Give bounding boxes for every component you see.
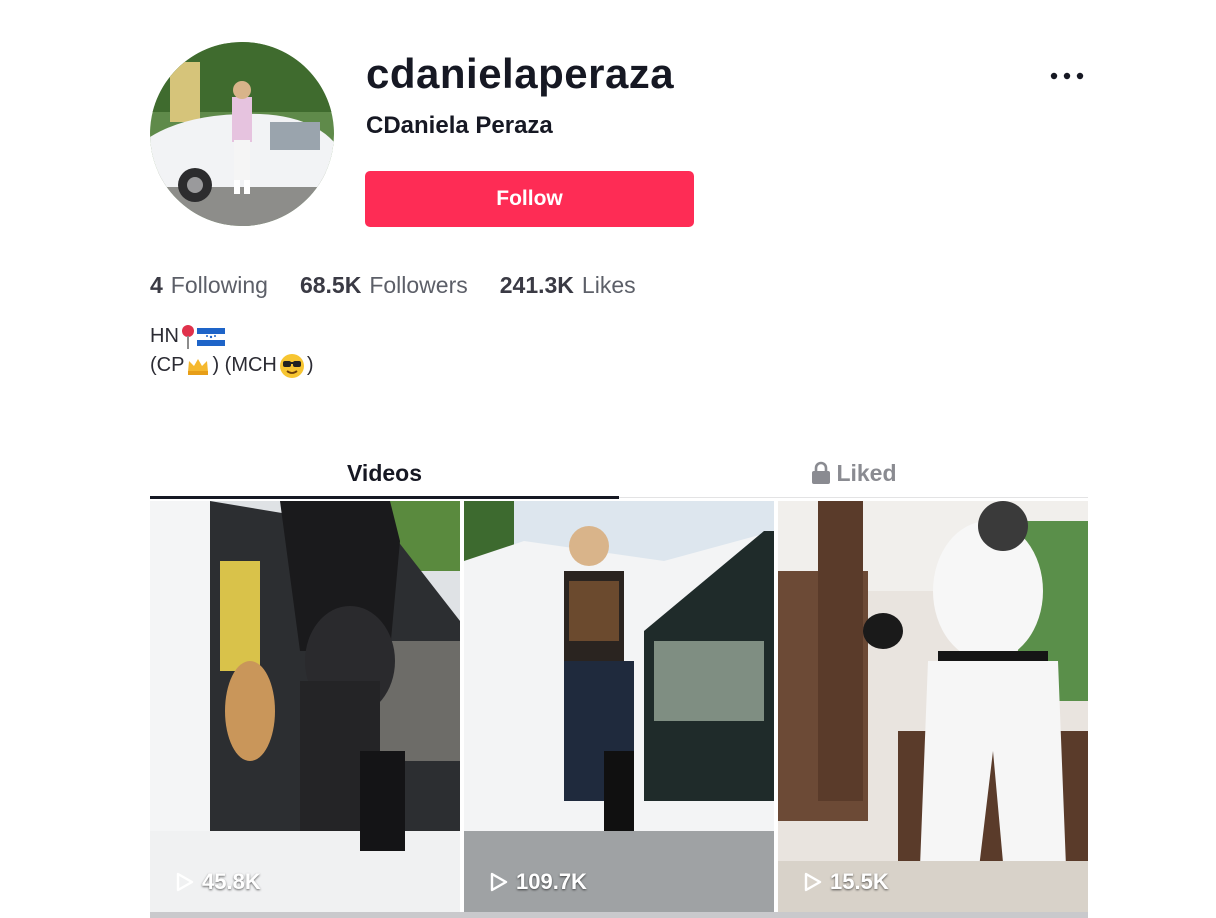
following-label: Following (170, 272, 268, 298)
more-options-button[interactable] (1044, 58, 1090, 94)
video-card[interactable]: 45.8K (150, 501, 460, 918)
bio-line2-suffix: ) (306, 354, 314, 376)
video-card[interactable]: 109.7K (464, 501, 774, 918)
active-tab-indicator (150, 496, 619, 499)
next-row-preview (150, 912, 1088, 918)
tab-liked-label: Liked (836, 459, 897, 486)
video-thumbnail (150, 501, 460, 918)
profile-bio: HN (CP ) (MCH ) (150, 322, 314, 380)
video-view-count: 109.7K (490, 869, 587, 895)
video-thumbnail (778, 501, 1088, 918)
ellipsis-icon (1050, 72, 1084, 80)
bio-line1-text: HN (150, 325, 179, 347)
video-view-count: 45.8K (176, 869, 261, 895)
following-stat[interactable]: 4 Following (150, 272, 268, 299)
followers-count: 68.5K (299, 272, 362, 298)
play-icon (490, 872, 508, 892)
lock-icon (812, 461, 831, 484)
profile-nickname: CDaniela Peraza (366, 112, 553, 139)
play-icon (176, 872, 194, 892)
profile-username: cdanielaperaza (366, 50, 675, 97)
video-view-count: 15.5K (804, 869, 889, 895)
video-thumbnail (464, 501, 774, 918)
video-views-text: 109.7K (516, 869, 587, 894)
crown-icon (188, 358, 209, 375)
sunglasses-face-icon (279, 353, 304, 378)
profile-tabs: Videos Liked (150, 448, 1088, 499)
avatar-photo (150, 42, 334, 226)
likes-label: Likes (581, 272, 636, 298)
tab-videos-label: Videos (347, 459, 422, 486)
bio-line-2: (CP ) (MCH ) (150, 351, 314, 380)
video-grid: 45.8K 109.7K 15.5K (150, 501, 1088, 918)
bio-line2-prefix: (CP (150, 354, 185, 376)
tab-liked[interactable]: Liked (619, 448, 1088, 498)
followers-stat[interactable]: 68.5K Followers (300, 272, 468, 299)
video-card[interactable]: 15.5K (778, 501, 1088, 918)
following-count: 4 (150, 272, 163, 298)
followers-label: Followers (369, 272, 468, 298)
honduras-flag-icon (196, 327, 225, 346)
profile-stats: 4 Following 68.5K Followers 241.3K Likes (150, 272, 636, 299)
likes-stat: 241.3K Likes (500, 272, 636, 299)
bio-line-1: HN (150, 322, 314, 351)
video-views-text: 45.8K (202, 869, 261, 894)
play-icon (804, 872, 822, 892)
likes-count: 241.3K (499, 272, 574, 298)
profile-avatar[interactable] (150, 42, 334, 226)
round-pushpin-icon (181, 324, 194, 349)
bio-line2-middle: ) (MCH (212, 354, 277, 376)
tab-videos[interactable]: Videos (150, 448, 619, 498)
video-views-text: 15.5K (830, 869, 889, 894)
follow-button[interactable]: Follow (365, 171, 694, 227)
